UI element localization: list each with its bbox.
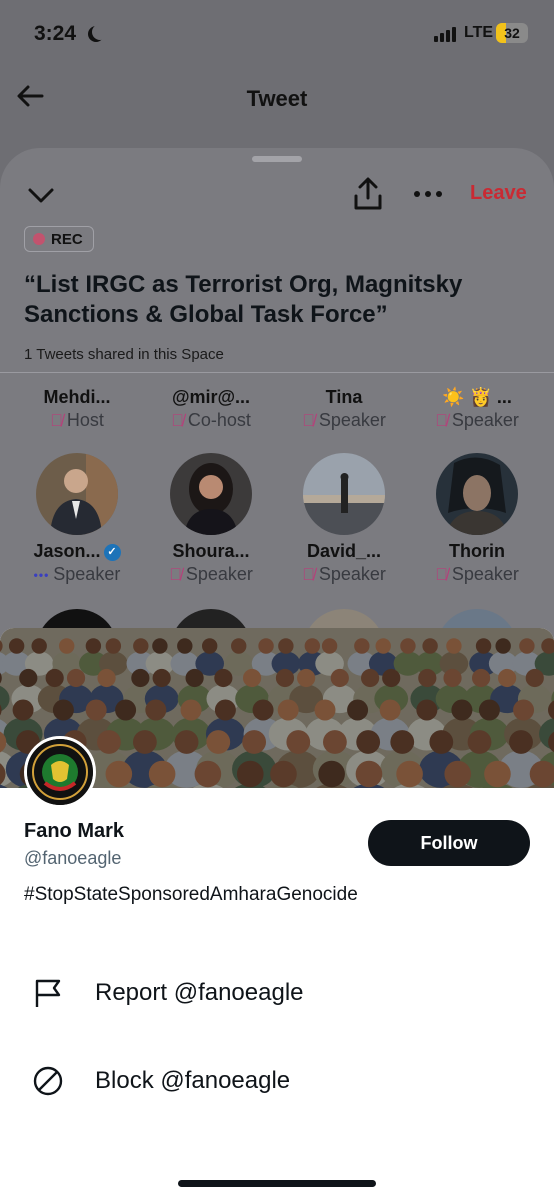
profile-card: Fano Mark @fanoeagle Follow #StopStateSp… [0, 628, 554, 1200]
participant-cell[interactable]: Tina 🎙̸ Speaker [275, 381, 413, 431]
battery-icon: 32 [496, 23, 528, 43]
mic-off-icon: 🎙̸ [435, 564, 448, 584]
home-indicator[interactable] [178, 1180, 376, 1187]
signal-icon [434, 27, 456, 42]
mic-off-icon: 🎙̸ [169, 564, 182, 584]
participant-role: Speaker [185, 564, 253, 584]
profile-bio: #StopStateSponsoredAmharaGenocide [24, 884, 358, 905]
block-action[interactable]: Block @fanoeagle [0, 1050, 554, 1110]
follow-button[interactable]: Follow [368, 820, 530, 866]
participant-cell[interactable]: @mir@... 🎙̸ Co-host [142, 381, 280, 431]
block-icon [33, 1066, 63, 1096]
tweets-shared-link[interactable]: 1 Tweets shared in this Space [24, 346, 224, 363]
battery-level: 32 [504, 25, 520, 41]
participant-role: Speaker [451, 564, 519, 584]
report-label: Report @fanoeagle [95, 979, 304, 1006]
participant-cell[interactable]: David_... 🎙̸ Speaker [275, 453, 413, 585]
sheet-grabber[interactable] [252, 156, 302, 162]
mic-off-icon: 🎙̸ [50, 410, 63, 430]
speaking-indicator-icon: ••• [33, 567, 50, 582]
participant-role: Co-host [187, 410, 251, 430]
status-time: 3:24 [34, 22, 77, 45]
participant-role: Speaker [53, 564, 121, 584]
avatar [170, 453, 252, 535]
chevron-down-icon[interactable] [26, 180, 56, 210]
avatar [303, 453, 385, 535]
participant-name: ☀️ 👸 ... [442, 387, 512, 407]
profile-name: Fano Mark [24, 820, 125, 842]
participant-cell[interactable]: Jason... ✓ ••• Speaker [8, 453, 146, 585]
mic-off-icon: 🎙̸ [302, 410, 315, 430]
participant-name: Mehdi... [43, 387, 111, 407]
participant-cell[interactable]: Thorin 🎙̸ Speaker [408, 453, 546, 585]
status-bar: 3:24 LTE 32 [0, 0, 554, 62]
tweet-header: Tweet [0, 62, 554, 132]
avatar [436, 453, 518, 535]
space-title: “List IRGC as Terrorist Org, Magnitsky S… [24, 271, 463, 328]
participant-name: Shoura... [172, 541, 250, 561]
profile-avatar[interactable] [24, 736, 96, 808]
moon-icon [92, 24, 108, 40]
participant-name: @mir@... [171, 387, 251, 407]
network-label: LTE [464, 24, 494, 41]
avatar [36, 453, 118, 535]
participant-role: Speaker [318, 410, 386, 430]
verified-badge-icon: ✓ [103, 544, 121, 561]
participant-name: Jason... [33, 541, 101, 561]
participant-name-wrap: Jason... ✓ [8, 541, 146, 562]
participant-cell[interactable]: Mehdi... 🎙̸ Host [8, 381, 146, 431]
mic-off-icon: 🎙̸ [435, 410, 448, 430]
page-title: Tweet [246, 86, 308, 111]
mic-off-icon: 🎙̸ [171, 410, 184, 430]
mic-off-icon: 🎙̸ [302, 564, 315, 584]
rec-badge: REC [24, 226, 94, 252]
recording-dot-icon [33, 233, 45, 245]
participant-name: David_... [306, 541, 382, 561]
more-options-icon[interactable] [412, 182, 444, 206]
block-label: Block @fanoeagle [95, 1067, 291, 1094]
flag-icon [35, 979, 61, 1007]
rec-label: REC [51, 230, 83, 248]
participant-cell[interactable]: ☀️ 👸 ... 🎙̸ Speaker [408, 381, 546, 431]
participant-name: Thorin [449, 541, 505, 561]
report-action[interactable]: Report @fanoeagle [0, 962, 554, 1022]
participant-name: Tina [325, 387, 363, 407]
participant-cell[interactable]: Shoura... 🎙̸ Speaker [142, 453, 280, 585]
profile-handle: @fanoeagle [24, 848, 122, 868]
leave-button[interactable]: Leave [470, 182, 527, 205]
participant-role: Speaker [318, 564, 386, 584]
participant-role: Host [66, 410, 104, 430]
participants-grid: Mehdi... 🎙̸ Host @mir@... 🎙̸ Co-host Tina … [0, 373, 554, 691]
share-icon[interactable] [352, 176, 384, 212]
participant-role: Speaker [451, 410, 519, 430]
